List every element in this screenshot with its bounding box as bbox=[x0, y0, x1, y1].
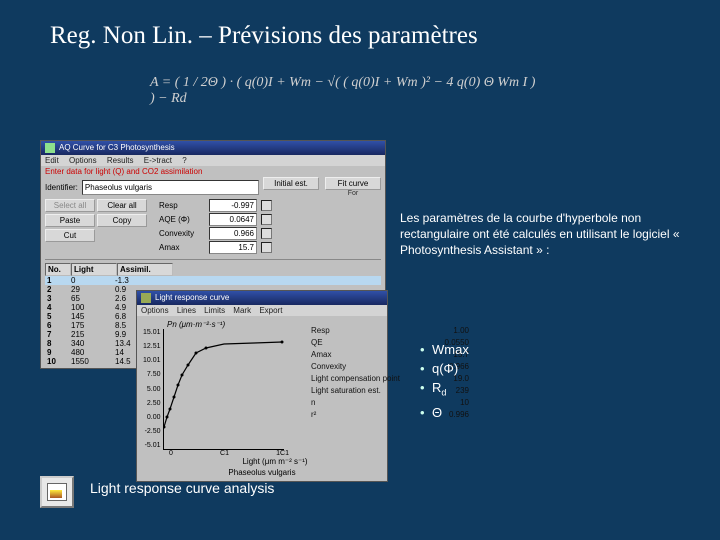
param-aqe-label: AQE (Φ) bbox=[159, 215, 205, 224]
col-no[interactable]: No. bbox=[45, 263, 71, 276]
aq-menubar[interactable]: Edit Options Results E->tract ? bbox=[41, 155, 385, 166]
plot-menubar[interactable]: Options Lines Limits Mark Export bbox=[137, 305, 387, 316]
param-resp-check[interactable] bbox=[261, 200, 272, 211]
description: Les paramètres de la courbe d'hyperbole … bbox=[400, 210, 680, 258]
menu-options[interactable]: Options bbox=[69, 156, 97, 165]
plot-curve bbox=[164, 329, 284, 449]
menu-edit[interactable]: Edit bbox=[45, 156, 59, 165]
param-aqe-check[interactable] bbox=[261, 214, 272, 225]
col-light[interactable]: Light bbox=[71, 263, 117, 276]
copy-button[interactable]: Copy bbox=[97, 214, 147, 227]
analysis-icon[interactable] bbox=[40, 476, 74, 508]
fit-sub-label: For bbox=[325, 190, 381, 197]
formula: A = ( 1 / 2Θ ) · ( q(0)I + Wm − √( ( q(0… bbox=[150, 75, 540, 107]
identifier-label: Identifier: bbox=[45, 183, 78, 192]
menu-extract[interactable]: E->tract bbox=[144, 156, 172, 165]
clear-all-button[interactable]: Clear all bbox=[97, 199, 147, 212]
menu-mark[interactable]: Mark bbox=[233, 306, 251, 315]
window-icon bbox=[45, 143, 55, 153]
bullet-rd: Rd bbox=[432, 380, 446, 395]
param-amax-value[interactable]: 15.7 bbox=[209, 241, 257, 254]
menu-limits[interactable]: Limits bbox=[204, 306, 225, 315]
plot-caption: Phaseolus vulgaris bbox=[143, 468, 381, 477]
param-resp-value[interactable]: -0.997 bbox=[209, 199, 257, 212]
bullet-qphi: q(Φ) bbox=[432, 361, 458, 376]
col-assimil[interactable]: Assimil. bbox=[117, 263, 173, 276]
plot-window-titlebar[interactable]: Light response curve bbox=[137, 291, 387, 305]
footer-label: Light response curve analysis bbox=[90, 480, 274, 496]
paste-button[interactable]: Paste bbox=[45, 214, 95, 227]
param-amax-label: Amax bbox=[159, 243, 205, 252]
plot-yaxis: 15.0112.5110.017.505.002.500.00-2.50-5.0… bbox=[143, 329, 163, 449]
fit-curve-button[interactable]: Fit curve bbox=[325, 177, 381, 190]
menu-export[interactable]: Export bbox=[259, 306, 282, 315]
table-row[interactable]: 10-1.3 bbox=[45, 276, 381, 285]
cut-button[interactable]: Cut bbox=[45, 229, 95, 242]
plot-xaxis: 0C11C1 bbox=[169, 450, 289, 457]
menu-plot-options[interactable]: Options bbox=[141, 306, 169, 315]
param-conv-label: Convexity bbox=[159, 229, 205, 238]
bullet-list: •Wmax •q(Φ) •Rd •Θ bbox=[420, 340, 469, 422]
param-panel: Resp-0.997 AQE (Φ)0.0647 Convexity0.966 … bbox=[159, 199, 272, 254]
plot-window: Light response curve Options Lines Limit… bbox=[136, 290, 388, 482]
plot-window-title: Light response curve bbox=[155, 291, 229, 305]
param-resp-label: Resp bbox=[159, 201, 205, 210]
aq-window-titlebar[interactable]: AQ Curve for C3 Photosynthesis bbox=[41, 141, 385, 155]
param-conv-check[interactable] bbox=[261, 228, 272, 239]
aq-window-title: AQ Curve for C3 Photosynthesis bbox=[59, 141, 175, 155]
identifier-input[interactable] bbox=[82, 180, 259, 195]
plot-xlabel: Light (μm m⁻² s⁻¹) bbox=[169, 457, 381, 466]
bullet-wmax: Wmax bbox=[432, 342, 469, 357]
param-conv-value[interactable]: 0.966 bbox=[209, 227, 257, 240]
menu-lines[interactable]: Lines bbox=[177, 306, 196, 315]
page-title: Reg. Non Lin. – Prévisions des paramètre… bbox=[50, 22, 478, 50]
initial-est-button[interactable]: Initial est. bbox=[263, 177, 319, 190]
select-all-button[interactable]: Select all bbox=[45, 199, 95, 212]
window-icon bbox=[141, 293, 151, 303]
param-amax-check[interactable] bbox=[261, 242, 272, 253]
enter-data-label: Enter data for light (Q) and CO2 assimil… bbox=[41, 166, 385, 177]
param-aqe-value[interactable]: 0.0647 bbox=[209, 213, 257, 226]
bullet-theta: Θ bbox=[432, 405, 442, 420]
menu-results[interactable]: Results bbox=[107, 156, 134, 165]
menu-help[interactable]: ? bbox=[182, 156, 186, 165]
plot-area[interactable] bbox=[163, 329, 284, 450]
